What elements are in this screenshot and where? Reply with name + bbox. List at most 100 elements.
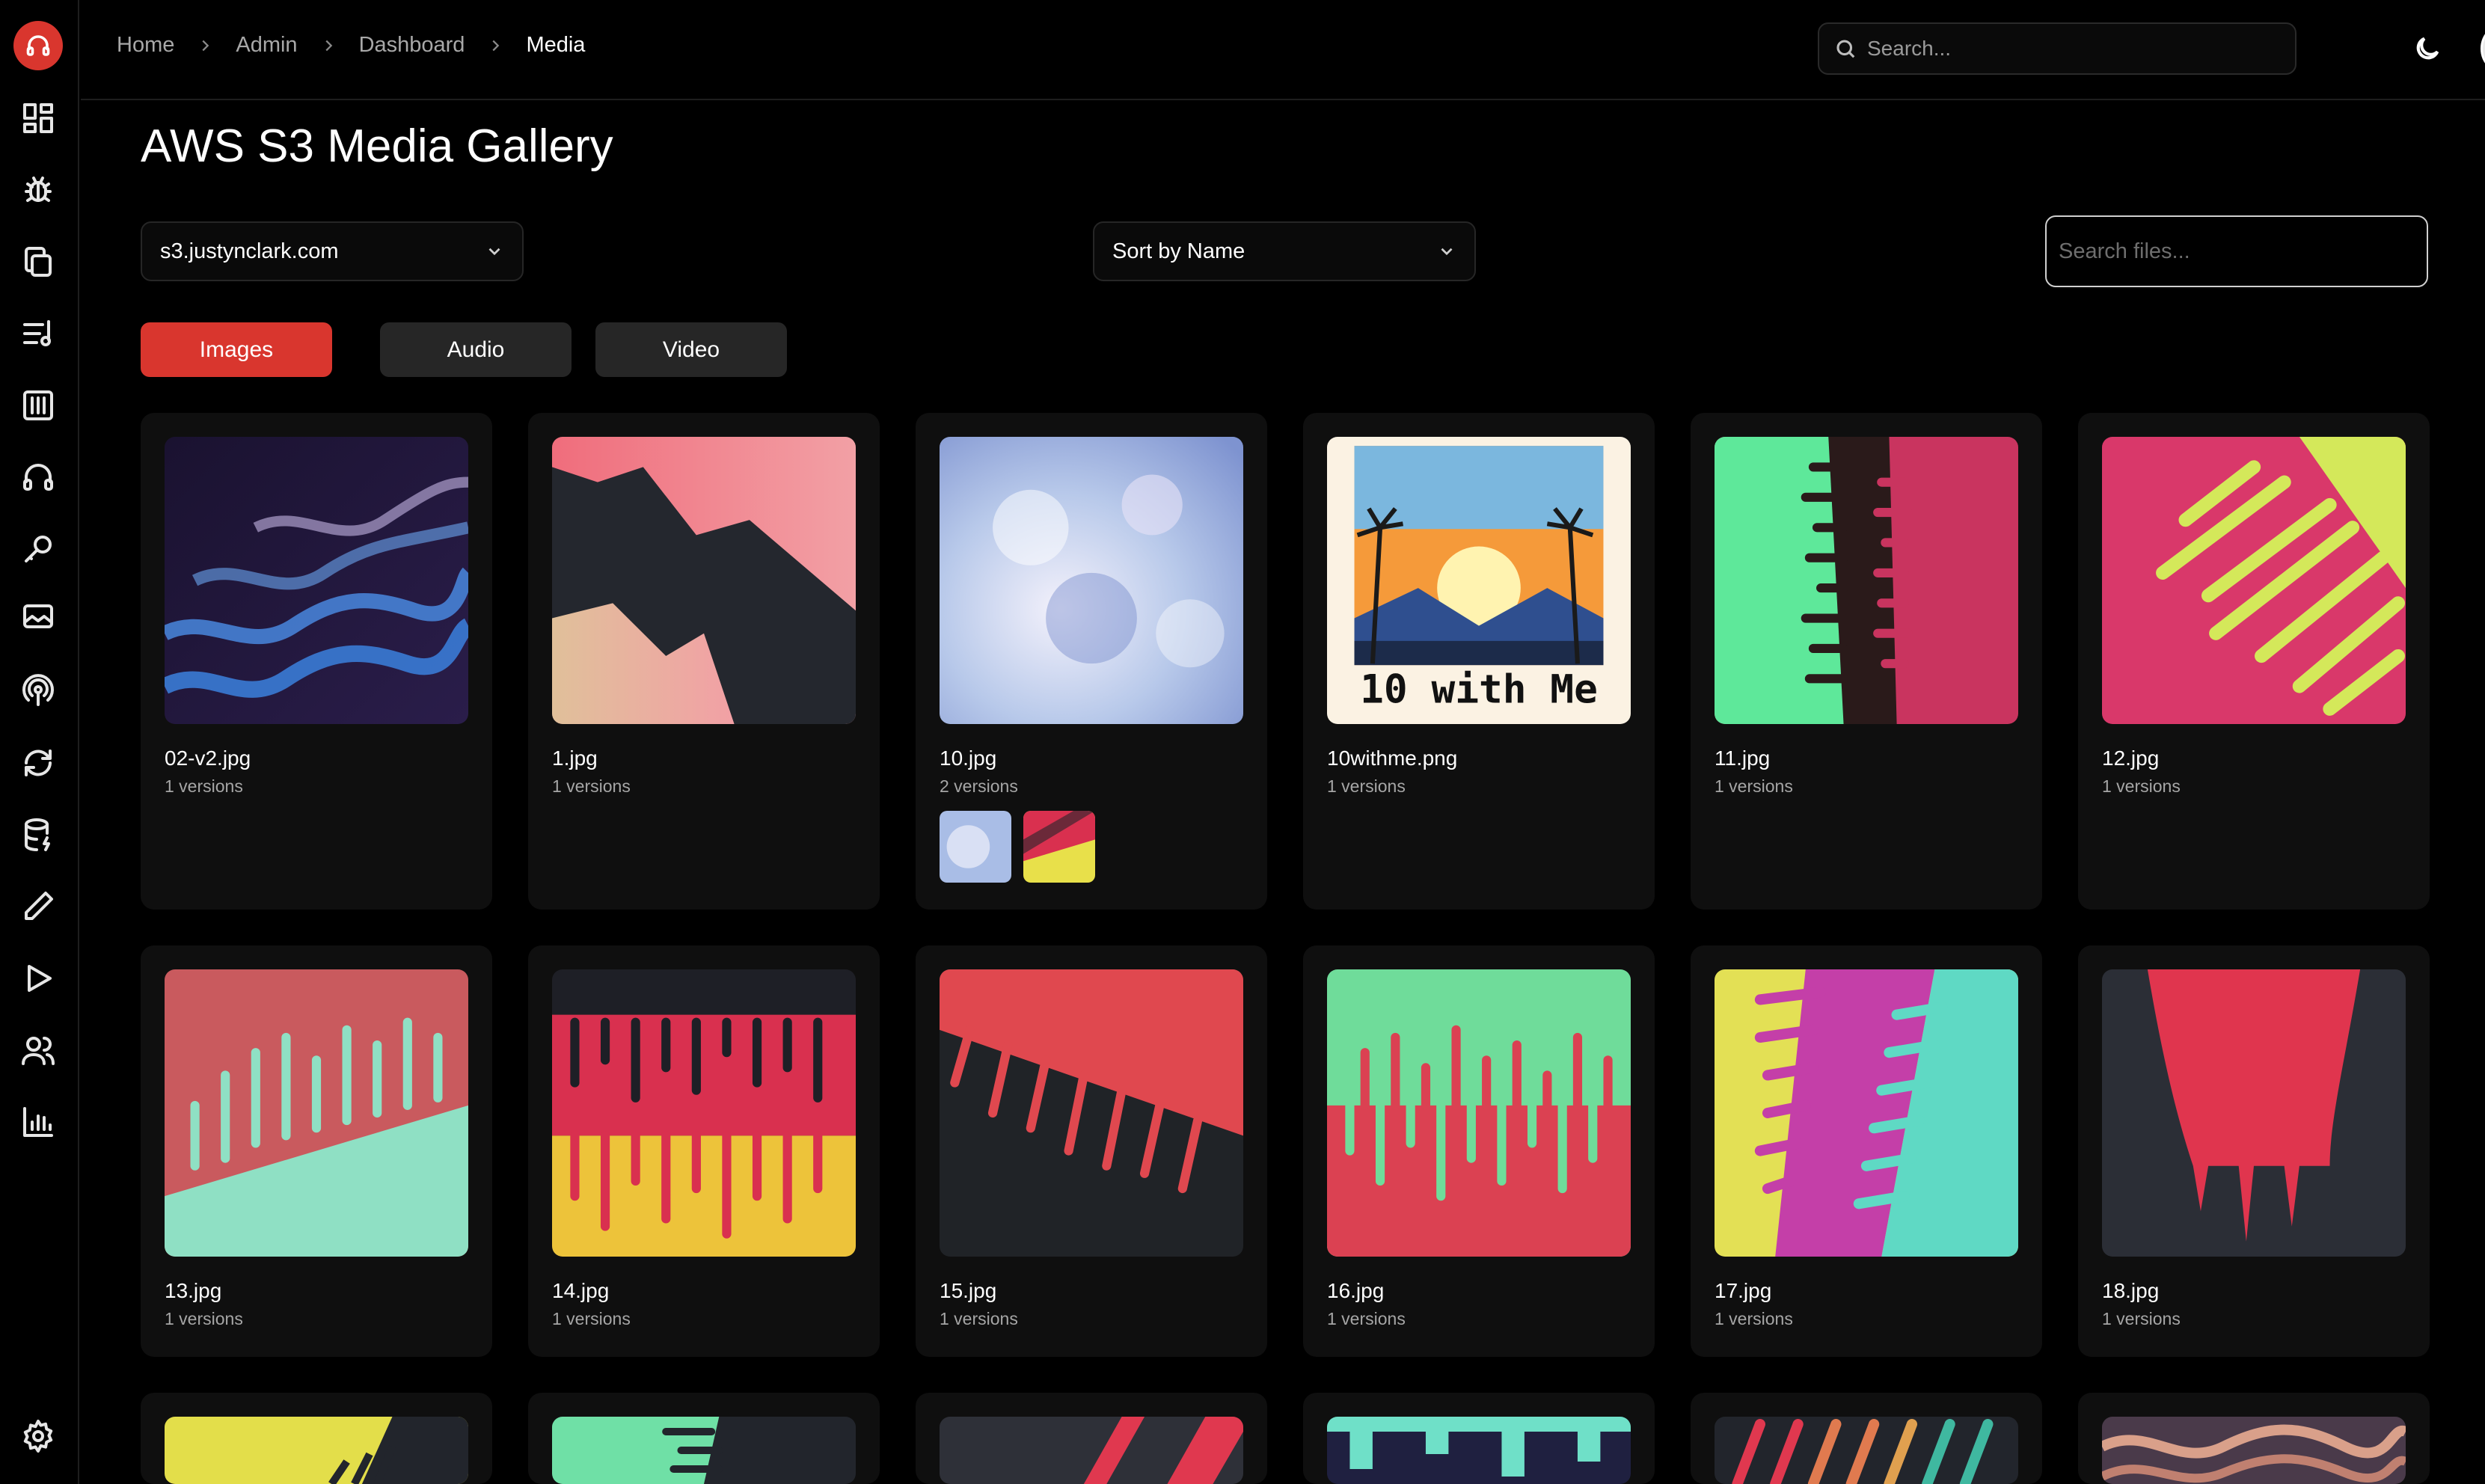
media-card[interactable]: 16.jpg 1 versions [1303,945,1655,1357]
image-icon[interactable] [20,598,56,634]
breadcrumb-admin[interactable]: Admin [236,33,297,58]
bucket-select-value: s3.justynclark.com [160,239,339,263]
media-thumbnail[interactable] [552,969,856,1257]
media-card[interactable]: 13.jpg 1 versions [141,945,492,1357]
media-version-count: 1 versions [1327,1309,1406,1328]
media-file-name: 17.jpg [1715,1279,1772,1302]
media-thumbnail[interactable] [1715,1417,2018,1484]
bug-icon[interactable] [20,172,56,208]
theme-toggle-moon-icon[interactable] [2410,31,2445,66]
library-icon[interactable] [20,387,56,423]
media-file-name: 14.jpg [552,1279,610,1302]
gear-icon[interactable] [20,1418,56,1454]
chevron-right-icon [197,37,213,54]
media-file-name: 18.jpg [2102,1279,2160,1302]
media-version-count: 1 versions [1715,776,1793,796]
sort-select-value: Sort by Name [1112,239,1245,263]
media-card[interactable]: 10.jpg 2 versions [916,413,1267,910]
chevron-down-icon [1441,248,1453,256]
global-search-input[interactable] [1867,37,2286,61]
media-card[interactable]: 02-v2.jpg 1 versions [141,413,492,910]
podcast-icon[interactable] [20,673,56,709]
media-thumbnail[interactable] [165,969,468,1257]
users-icon[interactable] [20,1032,56,1068]
app-logo-headphones-icon[interactable] [13,21,63,70]
media-card[interactable] [2078,1393,2430,1484]
media-thumbnail[interactable] [2102,1417,2406,1484]
tab-images[interactable]: Images [141,322,332,377]
breadcrumb-media: Media [526,33,586,57]
media-card[interactable]: 18.jpg 1 versions [2078,945,2430,1357]
breadcrumb-home[interactable]: Home [117,33,174,58]
bar-chart-icon[interactable] [20,1104,56,1140]
media-card[interactable]: 12.jpg 1 versions [2078,413,2430,910]
tab-video[interactable]: Video [595,322,787,377]
refresh-icon[interactable] [20,745,56,781]
sidebar [0,0,79,1484]
version-thumbnail[interactable] [1023,811,1095,883]
media-card[interactable]: 11.jpg 1 versions [1691,413,2042,910]
media-card[interactable] [916,1393,1267,1484]
media-version-count: 1 versions [552,1309,631,1328]
pencil-icon[interactable] [20,889,56,925]
media-thumbnail[interactable] [940,437,1243,724]
media-card[interactable]: 10 with Me 10withme.png 1 versions [1303,413,1655,910]
copy-icon[interactable] [20,244,56,280]
search-icon [1836,40,1855,58]
media-file-name: 10withme.png [1327,746,1458,770]
media-version-count: 1 versions [1327,776,1406,796]
media-thumbnail[interactable] [2102,969,2406,1257]
media-thumbnail[interactable]: 10 with Me [1327,437,1631,724]
media-card[interactable]: 1.jpg 1 versions [528,413,880,910]
media-thumbnail[interactable] [940,969,1243,1257]
media-version-count: 1 versions [165,1309,243,1328]
media-card[interactable]: 15.jpg 1 versions [916,945,1267,1357]
media-file-name: 12.jpg [2102,746,2160,770]
global-search [1818,22,2296,75]
user-avatar[interactable] [2481,22,2485,75]
media-file-name: 02-v2.jpg [165,746,251,770]
file-search-input[interactable] [2059,217,2415,286]
media-card[interactable] [141,1393,492,1484]
media-thumbnail[interactable] [1327,1417,1631,1484]
chevron-right-icon [487,37,503,54]
bucket-select[interactable]: s3.justynclark.com [141,221,524,281]
page-title: AWS S3 Media Gallery [141,120,613,172]
media-version-count: 1 versions [940,1309,1018,1328]
music-list-icon[interactable] [20,316,56,352]
tab-audio[interactable]: Audio [380,322,572,377]
media-version-count: 1 versions [165,776,243,796]
media-file-name: 16.jpg [1327,1279,1385,1302]
database-icon[interactable] [20,817,56,853]
chevron-down-icon [488,248,500,256]
media-card[interactable]: 17.jpg 1 versions [1691,945,2042,1357]
media-thumbnail[interactable] [1327,969,1631,1257]
media-thumbnail[interactable] [552,1417,856,1484]
media-thumbnail[interactable] [940,1417,1243,1484]
layout-grid-icon[interactable] [20,100,56,136]
microphone-icon[interactable] [20,531,56,567]
sort-select[interactable]: Sort by Name [1093,221,1476,281]
media-file-name: 11.jpg [1715,746,1771,770]
media-version-count: 1 versions [2102,1309,2181,1328]
top-header: Home Admin Dashboard Media [81,0,2485,100]
media-thumbnail[interactable] [165,437,468,724]
play-icon[interactable] [20,960,56,996]
media-card[interactable] [1303,1393,1655,1484]
headphones-icon[interactable] [20,459,56,495]
media-thumbnail[interactable] [2102,437,2406,724]
media-version-count: 1 versions [2102,776,2181,796]
breadcrumb-dashboard[interactable]: Dashboard [359,33,465,58]
media-file-name: 1.jpg [552,746,598,770]
media-thumbnail[interactable] [1715,437,2018,724]
media-file-name: 15.jpg [940,1279,997,1302]
version-thumbnail[interactable] [940,811,1011,883]
media-version-count: 1 versions [1715,1309,1793,1328]
media-thumbnail[interactable] [165,1417,468,1484]
media-version-count: 2 versions [940,776,1018,796]
media-card[interactable] [1691,1393,2042,1484]
media-thumbnail[interactable] [552,437,856,724]
media-thumbnail[interactable] [1715,969,2018,1257]
media-card[interactable] [528,1393,880,1484]
media-card[interactable]: 14.jpg 1 versions [528,945,880,1357]
